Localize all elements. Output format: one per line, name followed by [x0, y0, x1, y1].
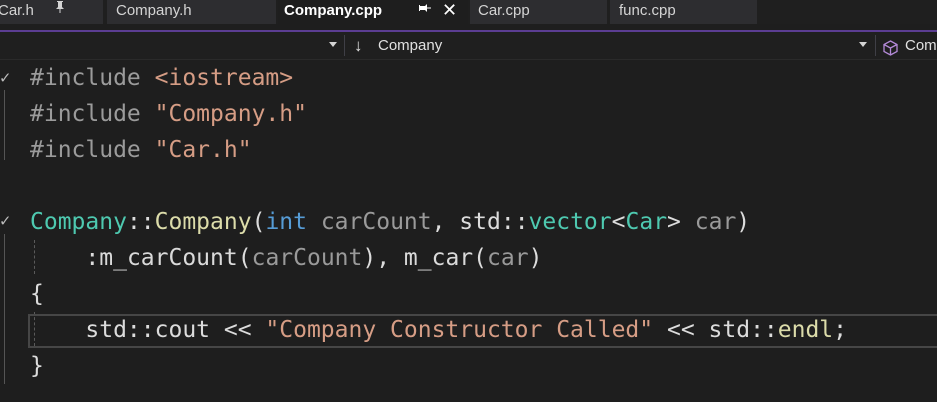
function-endl: endl: [777, 317, 834, 343]
navigation-bar: ↓ Company Com: [0, 32, 937, 60]
member-m-carcount: m_carCount: [99, 245, 238, 271]
parameter-carcount: carCount: [306, 209, 432, 235]
include-directive: #include: [30, 101, 141, 127]
code-line-7: {: [30, 276, 44, 312]
include-target: "Car.h": [154, 137, 252, 163]
ide-window: Car.h Company.h Company.cpp ✕ Car.cpp fu…: [0, 0, 937, 402]
tab-label: func.cpp: [619, 2, 676, 19]
code-punctuation: , std::: [431, 209, 529, 235]
tab-car-cpp[interactable]: Car.cpp: [470, 0, 607, 24]
class-name: Company: [30, 209, 127, 235]
code-text: << std::: [653, 317, 778, 343]
initializer-colon: :: [30, 245, 100, 271]
angle-close: >: [667, 209, 695, 235]
document-tab-strip: Car.h Company.h Company.cpp ✕ Car.cpp fu…: [0, 0, 937, 24]
parameter-car: car: [694, 209, 737, 235]
paren-open: (: [237, 245, 252, 271]
code-line-2: #include "Company.h": [30, 96, 307, 132]
class-dropdown[interactable]: ↓ Company: [346, 32, 874, 59]
tab-car-h[interactable]: Car.h: [0, 0, 103, 24]
tab-func-cpp[interactable]: func.cpp: [610, 0, 757, 24]
argument-car: car: [487, 245, 529, 271]
argument-carcount: carCount: [251, 245, 363, 271]
collapse-icon[interactable]: ✓: [0, 60, 10, 96]
include-target: "Company.h": [154, 101, 307, 127]
tab-label: Company.cpp: [284, 2, 383, 19]
cube-icon: [883, 38, 898, 59]
outline-guide: [4, 90, 5, 160]
paren-open: (: [251, 209, 266, 235]
tab-company-h[interactable]: Company.h: [107, 0, 276, 24]
member-dropdown[interactable]: Com: [877, 32, 937, 59]
tab-label: Car.cpp: [478, 2, 530, 19]
include-target: <iostream>: [154, 65, 294, 91]
code-editor[interactable]: ✓ ✓ #include <iostream> #include "Compan…: [0, 60, 937, 402]
code-line-3: #include "Car.h": [30, 132, 252, 168]
scope-operator: ::: [126, 209, 155, 235]
pin-icon[interactable]: [54, 0, 66, 20]
tab-label: Car.h: [0, 2, 34, 19]
outline-guide: [4, 234, 5, 384]
collapse-icon[interactable]: ✓: [0, 203, 10, 239]
code-line-8: std::cout << "Company Constructor Called…: [30, 312, 847, 348]
class-dropdown-value: Company: [378, 37, 443, 54]
chevron-down-icon: [859, 42, 867, 47]
code-punctuation: ),: [362, 245, 404, 271]
type-vector: vector: [528, 209, 612, 235]
paren-close: ): [736, 209, 751, 235]
member-m-car: m_car: [403, 245, 474, 271]
code-line-9: }: [30, 348, 44, 384]
tab-company-cpp[interactable]: Company.cpp ✕: [278, 0, 468, 24]
include-directive: #include: [30, 137, 141, 163]
string-literal: "Company Constructor Called": [265, 317, 654, 343]
scope-dropdown[interactable]: [0, 32, 340, 59]
close-icon[interactable]: ✕: [442, 0, 457, 20]
divider: [875, 35, 876, 56]
down-arrow-icon: ↓: [354, 36, 363, 55]
member-dropdown-value: Com: [905, 37, 937, 54]
code-line-5: Company::Company(int carCount, std::vect…: [30, 204, 750, 240]
code-line-6: :m_carCount(carCount), m_car(car): [30, 240, 542, 276]
chevron-down-icon: [329, 42, 337, 47]
keyword-int: int: [265, 209, 307, 235]
semicolon: ;: [833, 317, 848, 343]
angle-open: <: [611, 209, 626, 235]
brace-open: {: [30, 281, 44, 307]
constructor-name: Company: [154, 209, 252, 235]
include-directive: #include: [30, 65, 141, 91]
paren-close: ): [528, 245, 543, 271]
paren-open: (: [473, 245, 488, 271]
brace-close: }: [30, 353, 44, 379]
code-line-1: #include <iostream>: [30, 60, 293, 96]
divider: [344, 35, 345, 56]
tab-label: Company.h: [116, 2, 192, 19]
pin-icon[interactable]: [418, 0, 432, 20]
code-text: std::cout <<: [30, 317, 266, 343]
type-car: Car: [625, 209, 668, 235]
